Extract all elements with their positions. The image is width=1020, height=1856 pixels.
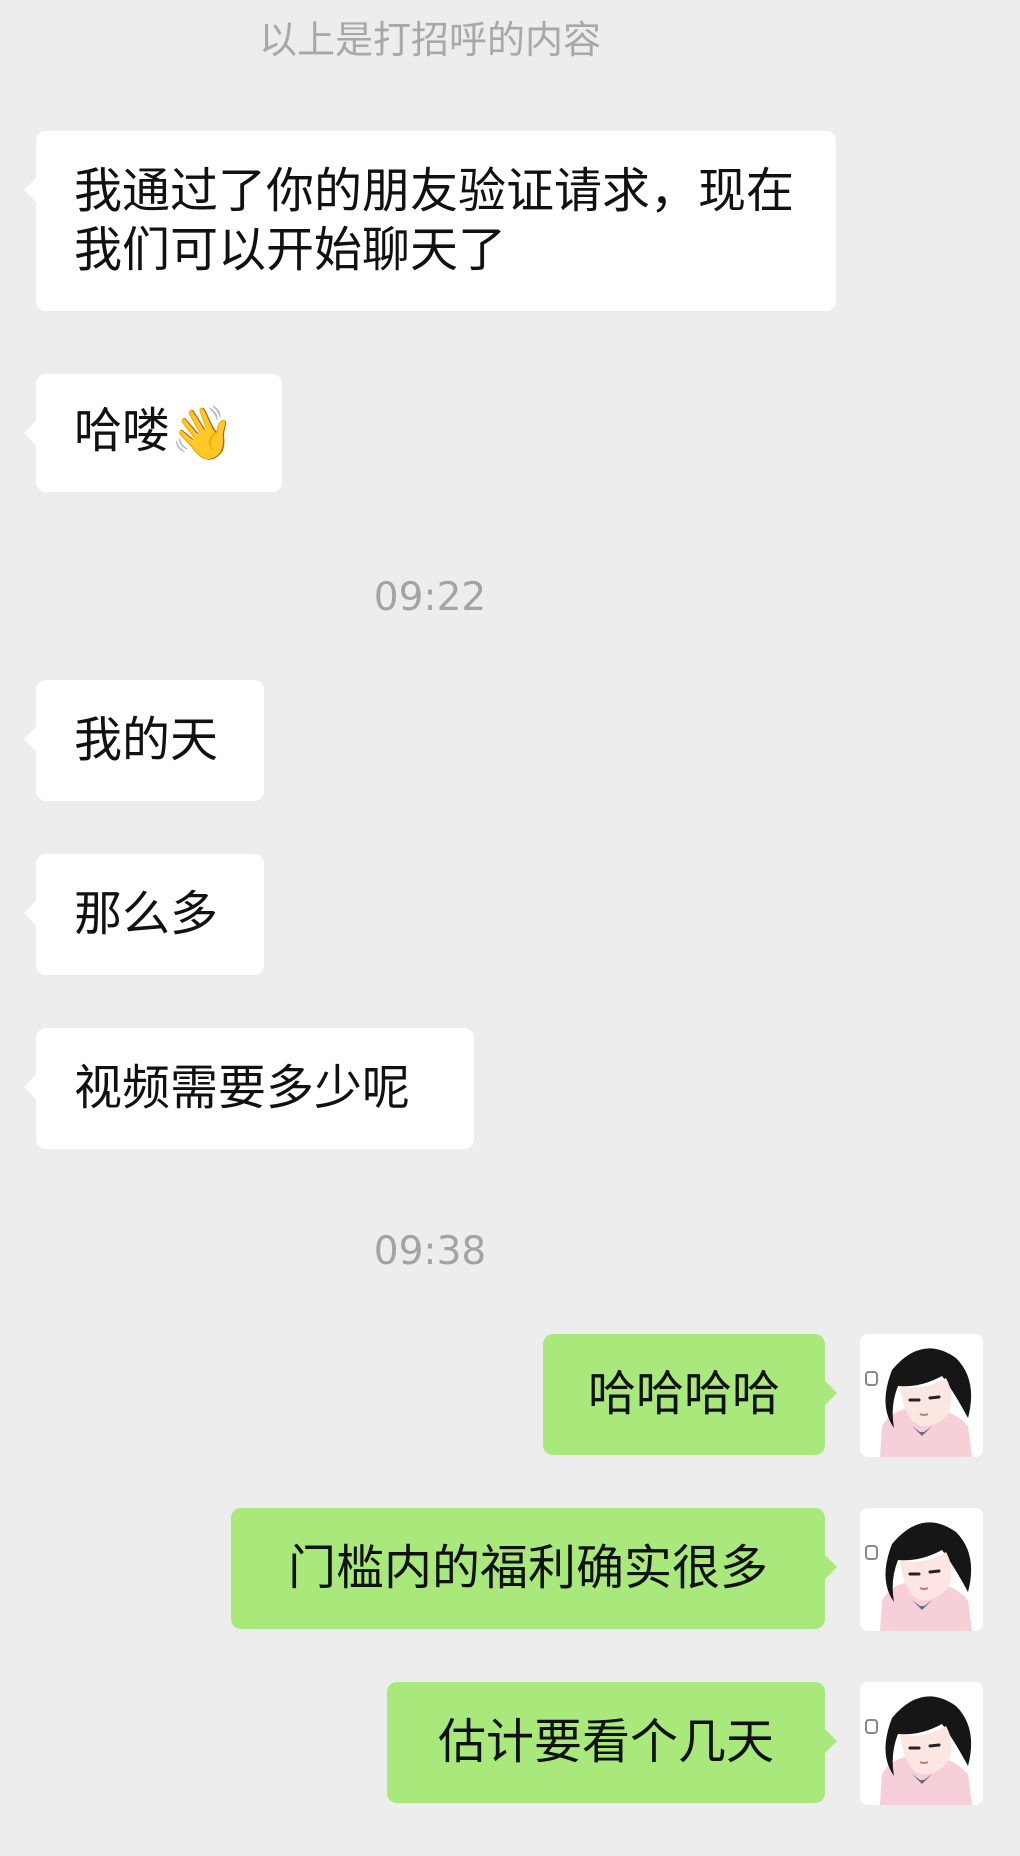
anime-girl-avatar-icon	[860, 1334, 983, 1457]
message-bubble[interactable]: 视频需要多少呢	[24, 1028, 474, 1149]
message-bubble[interactable]: 我的天	[24, 680, 264, 801]
anime-girl-avatar-icon	[860, 1682, 983, 1805]
message-bubble[interactable]: 门槛内的福利确实很多	[231, 1508, 837, 1629]
message-text: 哈喽	[74, 403, 171, 459]
message-bubble[interactable]: 那么多	[24, 854, 264, 975]
timestamp: 09:38	[373, 1229, 487, 1274]
avatar[interactable]	[860, 1508, 983, 1631]
anime-girl-avatar-icon	[860, 1508, 983, 1631]
message-bubble[interactable]: 我通过了你的朋友验证请求，现在我们可以开始聊天了	[24, 131, 836, 311]
message-text: 视频需要多少呢	[74, 1060, 411, 1116]
message-bubble[interactable]: 哈喽👋	[24, 374, 282, 492]
avatar[interactable]	[860, 1334, 983, 1457]
message-text: 哈哈哈哈	[587, 1366, 780, 1422]
avatar[interactable]	[860, 1682, 983, 1805]
timestamp: 09:22	[373, 575, 487, 620]
message-text: 估计要看个几天	[437, 1714, 774, 1770]
message-text: 门槛内的福利确实很多	[287, 1540, 768, 1596]
message-text: 那么多	[74, 886, 219, 942]
system-notice: 以上是打招呼的内容	[258, 18, 601, 62]
message-text: 我的天	[74, 712, 219, 768]
message-text: 我通过了你的朋友验证请求，现在我们可以开始聊天了	[74, 163, 795, 278]
waving-hand-icon: 👋	[170, 403, 235, 464]
message-bubble[interactable]: 估计要看个几天	[387, 1682, 837, 1803]
message-bubble[interactable]: 哈哈哈哈	[543, 1334, 837, 1455]
